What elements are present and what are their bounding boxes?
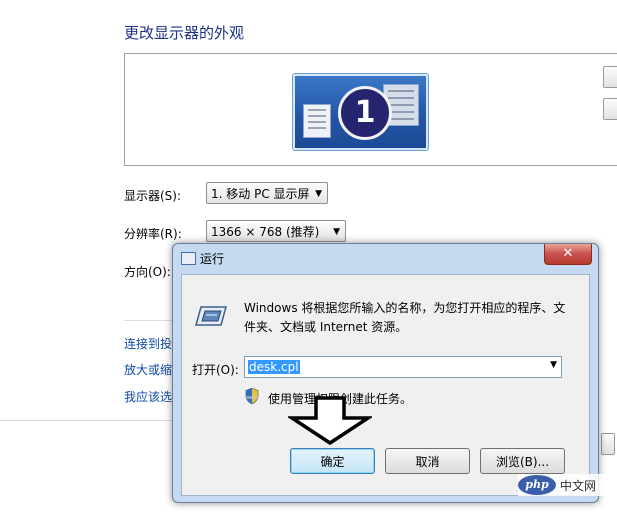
command-input-value: desk.cpl bbox=[248, 360, 300, 374]
run-description: Windows 将根据您所输入的名称，为您打开相应的程序、文件夹、文档或 Int… bbox=[244, 301, 566, 334]
open-label: 打开(O): bbox=[192, 363, 239, 377]
watermark: php 中文网 bbox=[518, 474, 612, 496]
footer-divider bbox=[0, 420, 172, 421]
cancel-button[interactable]: 取消 bbox=[385, 448, 470, 474]
run-dialog: 运行 ✕ Windows 将根据您所输入的名称，为您打开相应的程序、文件夹、文档… bbox=[172, 243, 599, 503]
text-size-link[interactable]: 放大或缩 bbox=[124, 361, 172, 378]
run-program-icon bbox=[195, 306, 227, 326]
apply-button-partial[interactable] bbox=[601, 433, 615, 455]
resolution-label: 分辨率(R): bbox=[124, 227, 182, 241]
display-select-value: 1. 移动 PC 显示屏 bbox=[211, 187, 310, 201]
chevron-down-icon[interactable]: ▼ bbox=[550, 360, 557, 370]
watermark-text: 中文网 bbox=[560, 479, 597, 493]
page-title: 更改显示器的外观 bbox=[124, 24, 245, 42]
orientation-label: 方向(O): bbox=[124, 265, 171, 279]
browse-button[interactable]: 浏览(B)... bbox=[480, 448, 565, 474]
which-settings-link[interactable]: 我应该选 bbox=[124, 388, 172, 405]
display-select[interactable]: 1. 移动 PC 显示屏 ▼ bbox=[206, 182, 328, 204]
close-icon: ✕ bbox=[562, 246, 574, 261]
run-dialog-titlebar[interactable]: 运行 ✕ bbox=[173, 244, 598, 272]
ok-button[interactable]: 确定 bbox=[290, 448, 375, 474]
divider bbox=[124, 320, 172, 321]
uac-shield-icon bbox=[245, 388, 259, 404]
resolution-select[interactable]: 1366 × 768 (推荐) ▼ bbox=[206, 220, 346, 242]
monitor-number-badge: 1 bbox=[338, 86, 392, 140]
run-icon bbox=[181, 252, 196, 265]
down-arrow-icon bbox=[288, 396, 372, 446]
monitor-preview-area: 1 bbox=[124, 53, 617, 166]
close-button[interactable]: ✕ bbox=[544, 244, 592, 265]
resolution-select-value: 1366 × 768 (推荐) bbox=[211, 225, 320, 239]
detect-button[interactable] bbox=[603, 66, 617, 88]
display-label: 显示器(S): bbox=[124, 189, 182, 203]
monitor-document-graphic bbox=[303, 104, 331, 138]
run-dialog-body: Windows 将根据您所输入的名称，为您打开相应的程序、文件夹、文档或 Int… bbox=[181, 274, 590, 496]
run-dialog-title: 运行 bbox=[200, 252, 225, 266]
chevron-down-icon: ▼ bbox=[315, 189, 322, 199]
command-input[interactable]: desk.cpl ▼ bbox=[244, 356, 562, 378]
php-logo: php bbox=[518, 475, 556, 495]
connect-projector-link[interactable]: 连接到投 bbox=[124, 335, 172, 352]
monitor-1-preview[interactable]: 1 bbox=[293, 74, 428, 150]
chevron-down-icon: ▼ bbox=[333, 227, 340, 237]
identify-button[interactable] bbox=[603, 98, 617, 120]
